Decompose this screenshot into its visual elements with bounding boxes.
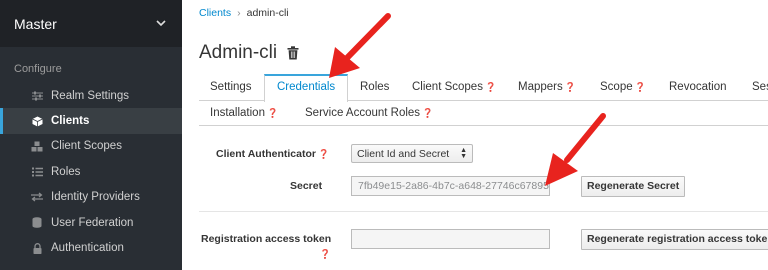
breadcrumb-current: admin-cli	[246, 7, 289, 19]
help-icon[interactable]: ❓	[422, 108, 433, 118]
tabs-row-2: Installation ❓ Service Account Roles ❓	[199, 101, 768, 126]
sidebar-item-label: Clients	[51, 115, 90, 128]
tab-installation[interactable]: Installation ❓	[210, 101, 278, 126]
help-icon[interactable]: ❓	[318, 149, 329, 159]
tab-label: Installation	[210, 107, 265, 119]
client-authenticator-select[interactable]: Client Id and Secret ▲ ▼	[351, 144, 473, 163]
sidebar-item-realm-settings[interactable]: Realm Settings	[0, 83, 182, 108]
tab-label: Mappers	[518, 81, 563, 93]
sidebar-item-label: Authentication	[51, 242, 124, 255]
sidebar-item-label: Realm Settings	[51, 89, 129, 102]
help-icon[interactable]: ❓	[485, 82, 496, 92]
breadcrumb: Clients › admin-cli	[199, 7, 289, 19]
tab-roles[interactable]: Roles	[360, 74, 389, 101]
regenerate-secret-button[interactable]: Regenerate Secret	[581, 176, 686, 197]
tabs-row-1: Settings Credentials Roles Client Scopes…	[199, 74, 768, 102]
divider	[199, 211, 768, 212]
tab-mappers[interactable]: Mappers ❓	[518, 74, 576, 101]
breadcrumb-separator: ›	[237, 7, 241, 19]
database-icon	[30, 217, 44, 228]
page-title: Admin-cli	[199, 42, 278, 63]
tab-label: Settings	[210, 81, 252, 93]
tab-service-account-roles[interactable]: Service Account Roles ❓	[305, 101, 433, 126]
tab-label: Client Scopes	[412, 81, 483, 93]
lock-icon	[30, 242, 44, 254]
breadcrumb-clients-link[interactable]: Clients	[199, 7, 231, 19]
sidebar-item-clients[interactable]: Clients	[0, 108, 182, 135]
main-content: Clients › admin-cli Admin-cli Settings Cre…	[182, 0, 768, 270]
select-arrows-icon: ▲ ▼	[460, 146, 467, 160]
tab-label: Ses	[752, 81, 768, 93]
regenerate-token-button[interactable]: Regenerate registration access token	[581, 229, 768, 250]
secret-label: Secret	[290, 180, 323, 192]
registration-token-label-text: Registration access token	[201, 233, 332, 245]
client-authenticator-label: Client Authenticator ❓	[216, 148, 329, 160]
sidebar-item-client-scopes[interactable]: Client Scopes	[0, 134, 182, 159]
sidebar: Master Configure Realm Settings Clients …	[0, 0, 182, 270]
tab-label: Scope	[600, 81, 633, 93]
trash-icon[interactable]	[287, 46, 299, 60]
registration-token-label: Registration access token ❓	[201, 233, 331, 260]
sidebar-item-label: Roles	[51, 165, 81, 178]
realm-name: Master	[14, 15, 57, 32]
help-icon[interactable]: ❓	[267, 108, 278, 118]
tab-sessions[interactable]: Ses	[752, 74, 768, 101]
page-title-row: Admin-cli	[199, 42, 299, 64]
sidebar-item-roles[interactable]: Roles	[0, 159, 182, 184]
chevron-down-icon	[156, 18, 166, 30]
registration-token-input[interactable]	[351, 229, 550, 249]
secret-input[interactable]: 7fb49e15-2a86-4b7c-a648-27746c67895b	[351, 176, 550, 196]
cube-icon	[30, 116, 44, 127]
tab-revocation[interactable]: Revocation	[669, 74, 727, 101]
sidebar-item-authentication[interactable]: Authentication	[0, 235, 182, 260]
sliders-icon	[30, 91, 44, 101]
help-icon[interactable]: ❓	[565, 82, 576, 92]
tab-settings[interactable]: Settings	[210, 74, 252, 101]
realm-selector[interactable]: Master	[0, 0, 182, 47]
exchange-icon	[30, 192, 44, 202]
sidebar-item-label: Client Scopes	[51, 140, 122, 153]
sidebar-item-label: User Federation	[51, 216, 134, 229]
tab-label: Service Account Roles	[305, 107, 421, 119]
cubes-icon	[30, 141, 44, 152]
sidebar-item-user-federation[interactable]: User Federation	[0, 210, 182, 235]
help-icon[interactable]: ❓	[635, 82, 646, 92]
list-icon	[30, 167, 44, 177]
tab-scope[interactable]: Scope ❓	[600, 74, 646, 101]
help-icon[interactable]: ❓	[320, 249, 331, 259]
tab-label: Credentials	[277, 81, 336, 93]
tab-label: Roles	[360, 81, 390, 93]
tab-label: Revocation	[669, 81, 727, 93]
tab-client-scopes[interactable]: Client Scopes ❓	[412, 74, 496, 101]
tab-credentials[interactable]: Credentials	[264, 74, 349, 102]
sidebar-item-identity-providers[interactable]: Identity Providers	[0, 185, 182, 210]
sidebar-item-label: Identity Providers	[51, 191, 140, 204]
client-authenticator-label-text: Client Authenticator	[216, 148, 316, 160]
section-label: Configure	[14, 63, 62, 75]
client-authenticator-value: Client Id and Secret	[357, 147, 450, 160]
